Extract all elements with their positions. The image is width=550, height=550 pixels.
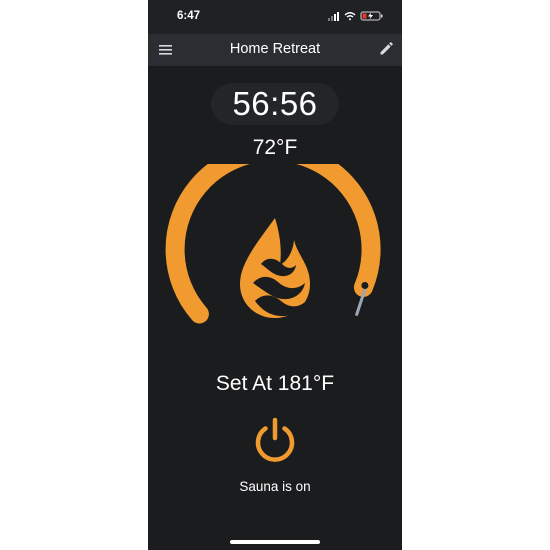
app-screen: 6:47 Home Retreat 56:56 72°F Set At 181°… <box>148 0 402 550</box>
status-bar: 6:47 <box>148 0 402 34</box>
power-icon[interactable] <box>250 414 300 464</box>
current-temperature: 72°F <box>252 136 298 159</box>
status-icons <box>328 11 383 21</box>
home-indicator[interactable] <box>230 540 320 544</box>
app-bar: Home Retreat <box>148 34 402 66</box>
signal-icon <box>328 12 339 21</box>
setpoint-label: Set At 181°F <box>215 372 335 395</box>
edit-pencil-icon[interactable] <box>378 41 394 57</box>
temperature-dial[interactable] <box>148 164 402 344</box>
battery-charging-icon <box>360 11 383 21</box>
wifi-icon <box>344 12 356 21</box>
timer-display: 56:56 <box>211 83 339 125</box>
status-time: 6:47 <box>177 10 201 22</box>
page-title: Home Retreat <box>229 41 321 57</box>
sauna-status-text: Sauna is on <box>239 479 311 494</box>
flame-icon <box>240 218 310 318</box>
